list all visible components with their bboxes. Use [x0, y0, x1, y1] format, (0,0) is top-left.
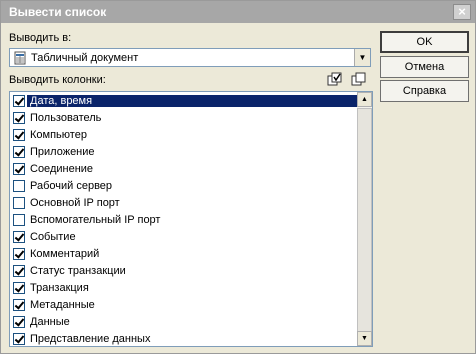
check-all-icon[interactable]	[327, 72, 343, 86]
column-item[interactable]: Комментарий	[10, 245, 358, 262]
column-label: Транзакция	[30, 281, 89, 294]
column-checkbox[interactable]	[13, 111, 25, 124]
column-checkbox[interactable]	[13, 230, 25, 243]
column-item[interactable]: Рабочий сервер	[10, 177, 358, 194]
cancel-button[interactable]: Отмена	[380, 56, 469, 78]
column-checkbox[interactable]	[13, 332, 25, 345]
column-label: Представление данных	[30, 332, 151, 345]
chevron-down-icon[interactable]: ▼	[354, 49, 370, 66]
column-toolbar	[327, 72, 367, 86]
help-button[interactable]: Справка	[380, 80, 469, 102]
column-label: Метаданные	[30, 298, 95, 311]
column-label: Данные	[30, 315, 70, 328]
column-label: Основной IP порт	[30, 196, 120, 209]
window-title: Вывести список	[9, 5, 107, 19]
column-checkbox[interactable]	[13, 196, 25, 209]
column-label: Вспомогательный IP порт	[30, 213, 161, 226]
columns-label: Выводить колонки:	[9, 74, 106, 86]
dialog-window: Вывести список × Выводить в: Табличный д…	[0, 0, 476, 354]
column-label: Пользователь	[30, 111, 102, 124]
column-item[interactable]: Приложение	[10, 143, 358, 160]
column-label: Рабочий сервер	[30, 179, 113, 192]
column-checkbox[interactable]	[13, 298, 25, 311]
column-label: Соединение	[30, 162, 94, 175]
column-item[interactable]: Основной IP порт	[10, 194, 358, 211]
column-checkbox[interactable]	[13, 94, 25, 107]
column-label: Комментарий	[30, 247, 100, 260]
column-item[interactable]: Дата, время	[10, 92, 358, 109]
column-item[interactable]: Представление данных	[10, 330, 358, 346]
column-checkbox[interactable]	[13, 281, 25, 294]
column-label: Статус транзакции	[30, 264, 126, 277]
spreadsheet-document-icon	[13, 51, 27, 65]
scroll-thumb[interactable]	[357, 108, 372, 332]
output-to-value: Табличный документ	[31, 51, 139, 64]
column-item[interactable]: Соединение	[10, 160, 358, 177]
column-item[interactable]: Вспомогательный IP порт	[10, 211, 358, 228]
column-checkbox[interactable]	[13, 315, 25, 328]
close-icon[interactable]: ×	[453, 4, 471, 20]
title-bar[interactable]: Вывести список ×	[1, 1, 475, 23]
column-item[interactable]: Транзакция	[10, 279, 358, 296]
ok-button[interactable]: OK	[380, 31, 469, 53]
column-checkbox[interactable]	[13, 247, 25, 260]
output-to-label: Выводить в:	[9, 32, 72, 44]
output-to-select[interactable]: Табличный документ ▼	[9, 48, 371, 67]
column-item[interactable]: Пользователь	[10, 109, 358, 126]
column-item[interactable]: Данные	[10, 313, 358, 330]
column-item[interactable]: Метаданные	[10, 296, 358, 313]
column-item[interactable]: Статус транзакции	[10, 262, 358, 279]
column-label: Дата, время	[27, 94, 358, 107]
column-label: Приложение	[30, 145, 95, 158]
vertical-scrollbar[interactable]: ▲ ▼	[357, 92, 372, 346]
columns-list[interactable]: Дата, время Пользователь Компьютер Приложен…	[9, 91, 373, 347]
column-label: Событие	[30, 230, 76, 243]
scroll-down-icon[interactable]: ▼	[357, 331, 372, 346]
column-checkbox[interactable]	[13, 145, 25, 158]
column-checkbox[interactable]	[13, 213, 25, 226]
column-checkbox[interactable]	[13, 162, 25, 175]
column-label: Компьютер	[30, 128, 87, 141]
uncheck-all-icon[interactable]	[351, 72, 367, 86]
scroll-up-icon[interactable]: ▲	[357, 92, 372, 107]
column-checkbox[interactable]	[13, 179, 25, 192]
column-item[interactable]: Событие	[10, 228, 358, 245]
column-checkbox[interactable]	[13, 264, 25, 277]
columns-rows: Дата, время Пользователь Компьютер Приложен…	[10, 92, 358, 346]
column-checkbox[interactable]	[13, 128, 25, 141]
column-item[interactable]: Компьютер	[10, 126, 358, 143]
